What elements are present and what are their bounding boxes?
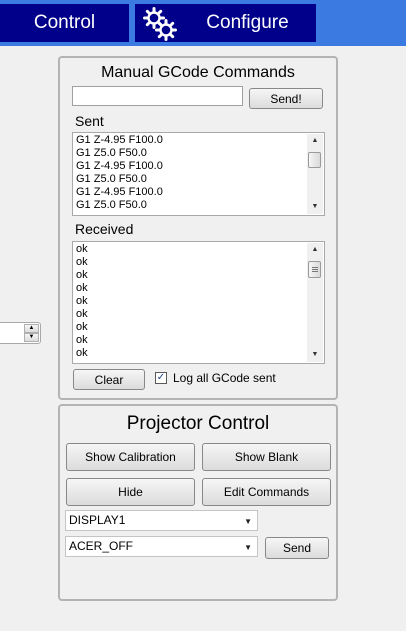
dropdown-arrow-icon: ▼ — [244, 517, 252, 526]
spinner-down-button[interactable]: ▼ — [24, 333, 39, 342]
send-gcode-button[interactable]: Send! — [249, 88, 323, 109]
sent-lines: G1 Z-4.95 F100.0 G1 Z5.0 F50.0 G1 Z-4.95 F… — [76, 134, 163, 212]
sent-scrollbar[interactable]: ▲ ▼ — [307, 134, 323, 214]
spinner-up-button[interactable]: ▲ — [24, 324, 39, 333]
list-item: G1 Z5.0 F50.0 — [76, 173, 147, 185]
list-item: ok — [76, 269, 88, 281]
projector-command-value: ACER_OFF — [69, 539, 134, 553]
sent-list[interactable]: G1 Z-4.95 F100.0 G1 Z5.0 F50.0 G1 Z-4.95 F… — [72, 132, 325, 216]
list-item: G1 Z-4.95 F100.0 — [76, 186, 163, 198]
received-list[interactable]: ok ok ok ok ok ok ok ok ok ▲ ▼ — [72, 241, 325, 364]
gcode-command-input[interactable] — [72, 86, 243, 106]
display-select[interactable]: DISPLAY1 ▼ — [65, 510, 258, 531]
display-select-value: DISPLAY1 — [69, 513, 126, 527]
clear-button[interactable]: Clear — [73, 369, 145, 390]
received-scrollbar[interactable]: ▲ ▼ — [307, 243, 323, 362]
gears-icon — [143, 7, 177, 41]
list-item: ok — [76, 334, 88, 346]
list-item: ok — [76, 347, 88, 359]
list-item: ok — [76, 295, 88, 307]
list-item: ok — [76, 256, 88, 268]
received-lines: ok ok ok ok ok ok ok ok ok — [76, 243, 88, 360]
list-item: G1 Z5.0 F50.0 — [76, 147, 147, 159]
list-item: ok — [76, 308, 88, 320]
log-gcode-checkbox[interactable]: ✓ — [155, 372, 167, 384]
scroll-up-arrow-icon[interactable]: ▲ — [307, 243, 323, 257]
dropdown-arrow-icon: ▼ — [244, 543, 252, 552]
scroll-down-arrow-icon[interactable]: ▼ — [307, 348, 323, 362]
tab-control[interactable]: Control — [0, 4, 129, 42]
tab-configure-label: Configure — [206, 12, 289, 33]
log-gcode-label: Log all GCode sent — [173, 371, 276, 385]
gcode-panel-title: Manual GCode Commands — [101, 64, 295, 81]
list-item: G1 Z5.0 F50.0 — [76, 199, 147, 211]
show-blank-button[interactable]: Show Blank — [202, 443, 331, 471]
projector-panel-title: Projector Control — [126, 413, 270, 434]
tab-control-label: Control — [33, 12, 96, 33]
scroll-up-arrow-icon[interactable]: ▲ — [307, 134, 323, 148]
list-item: G1 Z-4.95 F100.0 — [76, 134, 163, 146]
gcode-panel: Manual GCode Commands Send! Sent G1 Z-4.… — [58, 56, 338, 400]
list-item: G1 Z-4.95 F100.0 — [76, 160, 163, 172]
numeric-spinner[interactable]: ▲ ▼ — [0, 322, 41, 344]
send-projector-command-button[interactable]: Send — [265, 537, 329, 559]
sent-label: Sent — [75, 113, 104, 129]
list-item: ok — [76, 243, 88, 255]
show-calibration-button[interactable]: Show Calibration — [66, 443, 195, 471]
projector-panel: Projector Control Show Calibration Show … — [58, 404, 338, 601]
edit-commands-button[interactable]: Edit Commands — [202, 478, 331, 506]
scroll-thumb[interactable] — [308, 152, 321, 168]
hide-button[interactable]: Hide — [66, 478, 195, 506]
list-item: ok — [76, 321, 88, 333]
scroll-down-arrow-icon[interactable]: ▼ — [307, 200, 323, 214]
scroll-thumb[interactable] — [308, 261, 321, 278]
received-label: Received — [75, 221, 134, 237]
tab-configure[interactable]: Configure — [135, 4, 316, 42]
list-item: ok — [76, 282, 88, 294]
projector-command-select[interactable]: ACER_OFF ▼ — [65, 536, 258, 557]
